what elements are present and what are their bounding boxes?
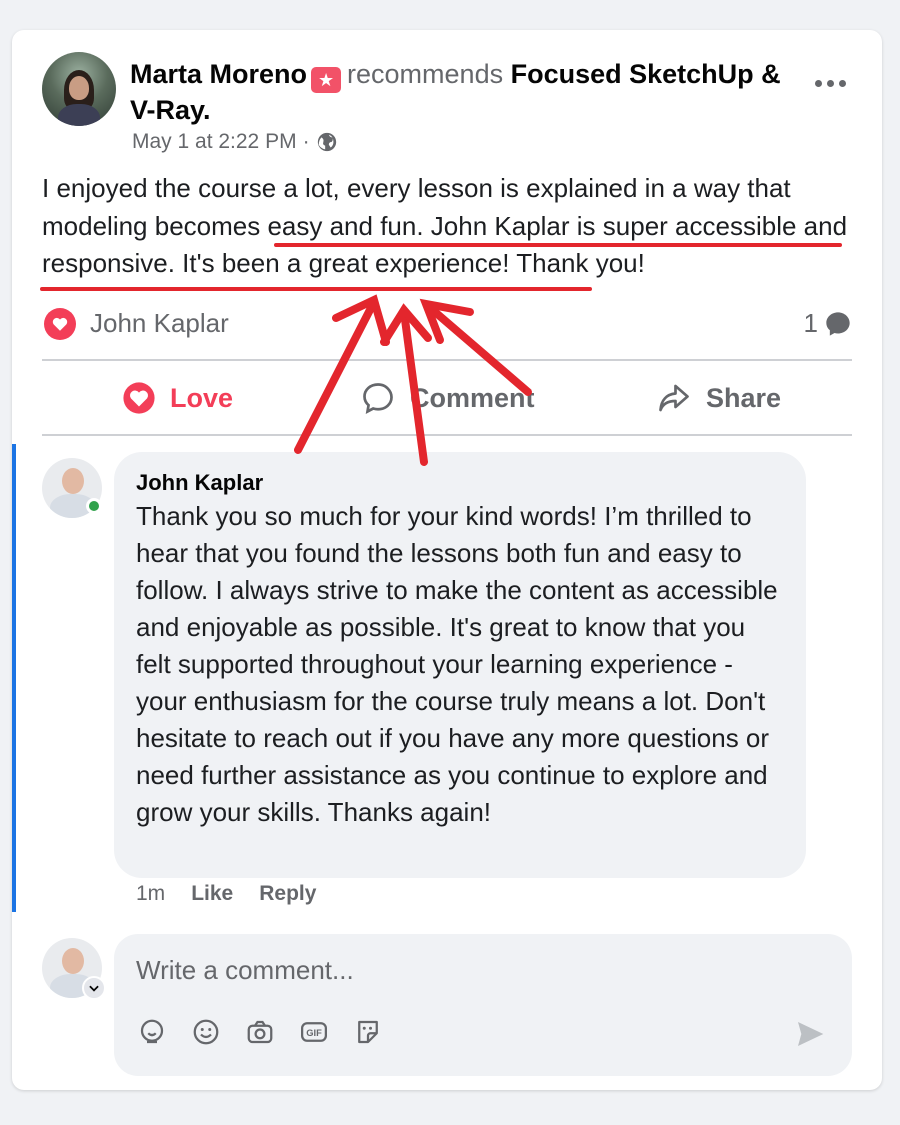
share-icon (659, 384, 689, 412)
meta-separator: · (302, 130, 310, 153)
comment-meta: 1m Like Reply (136, 882, 316, 906)
comment-like-button[interactable]: Like (191, 882, 233, 906)
comment-composer: GIF (114, 934, 852, 1076)
divider (42, 359, 852, 361)
top-fan-badge-icon: ★ (311, 67, 342, 93)
globe-icon[interactable] (316, 131, 338, 153)
comment-reply-button[interactable]: Reply (259, 882, 316, 906)
author-avatar[interactable] (42, 52, 116, 126)
reactions-summary: John Kaplar 1 (42, 306, 852, 346)
share-label: Share (706, 382, 782, 413)
comment-bubble-icon[interactable] (824, 310, 852, 338)
reactor-name[interactable]: John Kaplar (90, 308, 229, 339)
comment-icon (363, 383, 393, 414)
comment-time[interactable]: 1m (136, 882, 165, 906)
author-name[interactable]: Marta Moreno (130, 59, 307, 89)
recommends-label: recommends (347, 59, 504, 89)
sticker-icon[interactable] (352, 1016, 384, 1048)
avatar-sticker-icon[interactable] (136, 1016, 168, 1048)
emoji-icon[interactable] (190, 1016, 222, 1048)
chevron-down-icon[interactable] (82, 976, 106, 1000)
heart-icon (123, 382, 155, 414)
post-timestamp[interactable]: May 1 at 2:22 PM (132, 130, 297, 154)
comment-button[interactable]: Comment (360, 374, 535, 422)
love-label: Love (170, 382, 234, 413)
camera-icon[interactable] (244, 1016, 276, 1048)
svg-text:GIF: GIF (306, 1028, 322, 1038)
online-status-dot (86, 498, 102, 514)
share-button[interactable]: Share (656, 374, 781, 422)
composer-tools: GIF (136, 1016, 384, 1048)
annotation-underline (40, 287, 592, 291)
post-meta: May 1 at 2:22 PM · (132, 130, 338, 154)
love-reaction-icon[interactable] (44, 308, 76, 340)
comment-bubble: John Kaplar Thank you so much for your k… (114, 452, 806, 878)
comment-count[interactable]: 1 (804, 308, 818, 339)
annotation-underline (274, 243, 842, 247)
send-icon[interactable] (794, 1018, 826, 1050)
comment-text: Thank you so much for your kind words! I… (136, 501, 778, 827)
thread-highlight-bar (12, 444, 16, 912)
post-header: Marta Moreno ★ recommends Focused SketchUp… (130, 56, 790, 128)
post-card: Marta Moreno ★ recommends Focused SketchUp… (12, 30, 882, 1090)
comment-author[interactable]: John Kaplar (136, 468, 784, 498)
love-button[interactable]: Love (122, 374, 233, 422)
comment-label: Comment (410, 382, 535, 413)
action-bar: Love Comment Share (42, 364, 852, 432)
gif-icon[interactable]: GIF (298, 1016, 330, 1048)
post-body-text: I enjoyed the course a lot, every lesson… (42, 173, 848, 278)
divider (42, 434, 852, 436)
more-options-icon[interactable] (808, 68, 852, 98)
comment-input[interactable] (136, 952, 796, 988)
